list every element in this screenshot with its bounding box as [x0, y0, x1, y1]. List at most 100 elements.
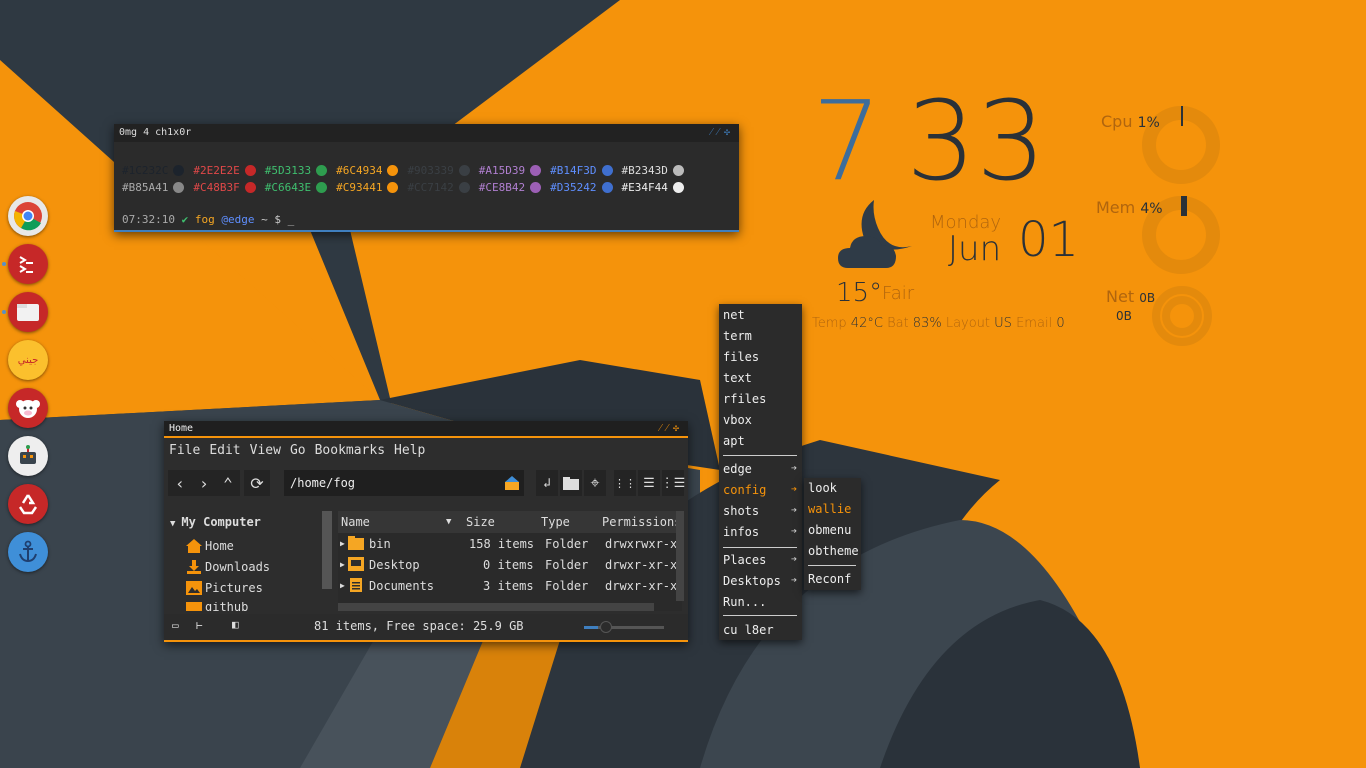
show-tree-icon[interactable]: ⊢	[196, 619, 203, 632]
hide-sidebar-icon[interactable]: ◧	[232, 618, 239, 631]
horizontal-scrollbar[interactable]	[338, 603, 654, 611]
menu-item-rfiles[interactable]: rfiles	[723, 389, 799, 409]
sidebar-item-label: Downloads	[205, 560, 271, 574]
menu-item-apt[interactable]: apt	[723, 431, 799, 451]
menu-item-text[interactable]: text	[723, 368, 799, 388]
close-icon[interactable]: ✣	[673, 423, 684, 434]
back-button[interactable]: ‹	[168, 470, 192, 496]
submenu-item-obmenu[interactable]: obmenu	[808, 520, 860, 540]
menu-go[interactable]: Go	[290, 443, 306, 458]
files-launcher[interactable]	[8, 292, 48, 332]
robot-launcher[interactable]	[8, 436, 48, 476]
menu-view[interactable]: View	[250, 443, 281, 458]
up-button[interactable]: ⌃	[216, 470, 240, 496]
color-hex: #CE8B42	[478, 181, 526, 194]
submenu-arrow-icon: ➔	[790, 575, 797, 586]
terminal-body[interactable]: #1C232C #2E2E2E #5D3133 #6C4934 #903339 #A15D…	[114, 142, 739, 226]
anchor-launcher[interactable]	[8, 532, 48, 572]
sidebar-scrollbar[interactable]	[322, 511, 332, 589]
zoom-slider[interactable]	[584, 621, 664, 633]
column-type[interactable]: Type	[541, 515, 570, 529]
menu-item-places[interactable]: Places ➔	[723, 550, 799, 570]
fm-titlebar[interactable]: Home ⁄⁄✣	[164, 421, 688, 438]
sidebar-item-downloads[interactable]: Downloads	[186, 560, 270, 574]
weather-icon	[838, 200, 912, 268]
file-size: 158 items	[469, 537, 535, 551]
file-list[interactable]: Name ▼ Size Type Permissions ▶ bin 158 i…	[338, 511, 684, 611]
column-permissions[interactable]: Permissions	[602, 515, 681, 529]
menu-edit[interactable]: Edit	[209, 443, 240, 458]
color-dot	[316, 165, 328, 176]
color-swatch: #B14F3D	[550, 164, 613, 177]
column-size[interactable]: Size	[466, 515, 495, 529]
folder-icon	[563, 476, 579, 490]
terminal-window[interactable]: 0mg 4 ch1x0r ⁄⁄✣ #1C232C #2E2E2E #5D3133 #6…	[114, 124, 739, 232]
forward-button[interactable]: ›	[192, 470, 216, 496]
monkey-launcher[interactable]	[8, 388, 48, 428]
reload-button[interactable]: ⟳	[244, 470, 270, 496]
grid-icon: ⋮⋮	[614, 476, 636, 490]
layout-label: Layout	[945, 316, 991, 331]
close-icon[interactable]: ✣	[724, 127, 735, 138]
expand-icon[interactable]: ▶	[340, 560, 345, 569]
zoom-handle[interactable]	[600, 621, 612, 633]
fm-toolbar: ‹ › ⌃ ⟳ /home/fog ↲ ⌖ ⋮⋮ ☰ ⋮☰	[164, 462, 688, 502]
color-hex: #D35242	[550, 181, 597, 194]
sidebar-item-github[interactable]: github	[186, 602, 248, 611]
detail-view-button[interactable]: ⋮☰	[661, 470, 685, 496]
compact-view-button[interactable]: ⌖	[584, 470, 606, 496]
list-scrollbar[interactable]	[676, 511, 684, 601]
maximize-icon[interactable]: ⁄	[717, 127, 724, 138]
submenu-item-obtheme[interactable]: obtheme	[808, 541, 860, 561]
sidebar-item-home[interactable]: Home	[186, 539, 234, 553]
list-view-button[interactable]: ☰	[638, 470, 660, 496]
expand-icon[interactable]: ▶	[340, 539, 345, 548]
color-dot	[387, 182, 399, 193]
submenu-item-wallie[interactable]: wallie	[808, 499, 860, 519]
menu-item-desktops[interactable]: Desktops ➔	[723, 571, 799, 591]
open-terminal-button[interactable]: ↲	[536, 470, 558, 496]
folder-button[interactable]	[560, 470, 582, 496]
menu-item-config[interactable]: config ➔	[723, 480, 799, 500]
column-name[interactable]: Name	[341, 515, 370, 529]
submenu-item-look[interactable]: look	[808, 478, 860, 498]
expand-icon[interactable]: ▶	[340, 581, 345, 590]
submenu-arrow-icon: ➔	[790, 484, 797, 495]
color-hex: #C6643E	[264, 181, 312, 194]
menu-item-edge[interactable]: edge ➔	[723, 459, 799, 479]
location-bar[interactable]: /home/fog	[284, 470, 524, 496]
menu-item-shots[interactable]: shots ➔	[723, 501, 799, 521]
sidebar-heading[interactable]: ▼ My Computer	[170, 515, 261, 529]
menu-file[interactable]: File	[169, 443, 200, 458]
menu-item-vbox[interactable]: vbox	[723, 410, 799, 430]
terminal-launcher[interactable]	[8, 244, 48, 284]
chrome-launcher[interactable]	[8, 196, 48, 236]
file-type: Folder	[545, 537, 589, 551]
submenu-item-reconf[interactable]: Reconf	[808, 569, 860, 589]
color-swatch: #1C232C	[122, 164, 185, 177]
color-dot	[387, 165, 399, 176]
menu-help[interactable]: Help	[394, 443, 425, 458]
terminal-icon	[19, 256, 33, 273]
sidebar-item-pictures[interactable]: Pictures	[186, 581, 263, 595]
menu-bookmarks[interactable]: Bookmarks	[315, 443, 385, 458]
table-row[interactable]: ▶ Desktop 0 items Folder drwxr-xr-x	[338, 554, 682, 575]
menu-item-files[interactable]: files	[723, 347, 799, 367]
menu-item-exit[interactable]: cu l8er	[723, 620, 799, 640]
trash-launcher[interactable]	[8, 484, 48, 524]
notes-launcher[interactable]: جيني	[8, 340, 48, 380]
maximize-icon[interactable]: ⁄	[666, 423, 673, 434]
menu-item-label: shots	[723, 504, 760, 518]
terminal-titlebar[interactable]: 0mg 4 ch1x0r ⁄⁄✣	[114, 124, 739, 142]
color-hex: #B85A41	[122, 181, 169, 194]
show-places-icon[interactable]: ▭	[172, 619, 179, 632]
menu-item-infos[interactable]: infos ➔	[723, 522, 799, 542]
table-row[interactable]: ▶ bin 158 items Folder drwxrwxr-x	[338, 533, 682, 554]
menu-item-run[interactable]: Run...	[723, 592, 799, 612]
menu-item-term[interactable]: term	[723, 326, 799, 346]
sort-desc-icon[interactable]: ▼	[446, 517, 451, 527]
table-row[interactable]: ▶ Documents 3 items Folder drwxr-xr-x	[338, 575, 682, 596]
file-manager-window[interactable]: Home ⁄⁄✣ File Edit View Go Bookmarks Hel…	[164, 421, 688, 642]
menu-item-net[interactable]: net	[723, 305, 799, 325]
icon-view-button[interactable]: ⋮⋮	[614, 470, 636, 496]
